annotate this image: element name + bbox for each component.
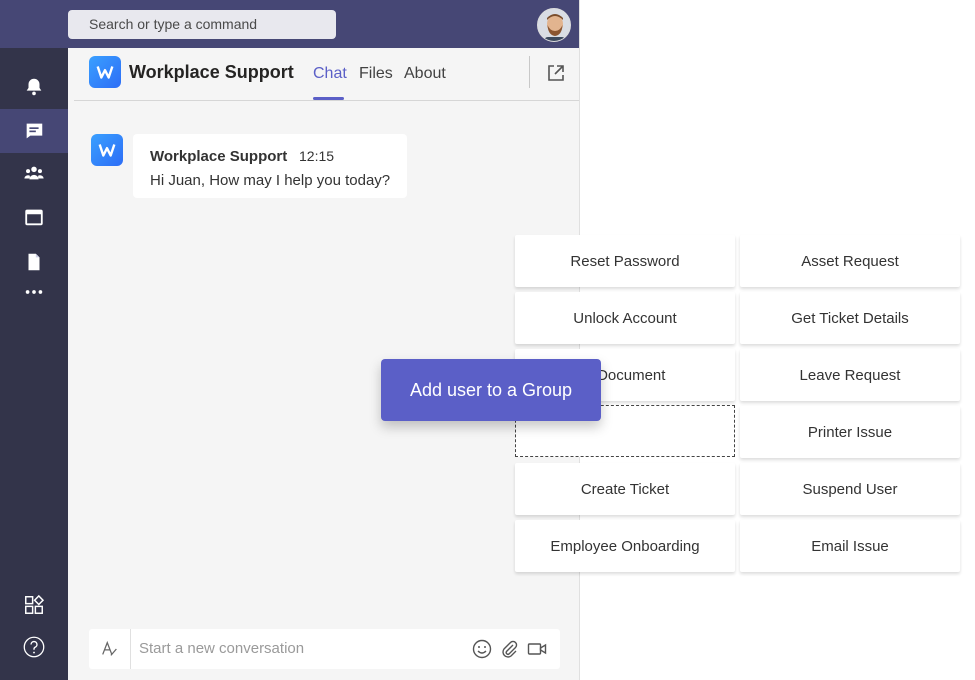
- app-rail: [0, 48, 68, 680]
- format-icon: [101, 640, 117, 656]
- rail-teams[interactable]: [0, 151, 68, 195]
- rail-calendar[interactable]: [0, 195, 68, 239]
- rail-activity[interactable]: [0, 65, 68, 109]
- action-card-reset-password[interactable]: Reset Password: [515, 235, 735, 287]
- rail-apps[interactable]: [0, 583, 68, 627]
- format-button[interactable]: [89, 629, 131, 669]
- composer: [89, 629, 560, 669]
- action-card-asset-request[interactable]: Asset Request: [740, 235, 960, 287]
- active-tab-indicator: [313, 97, 344, 100]
- app-logo-icon: [89, 56, 121, 88]
- action-card-email-issue[interactable]: Email Issue: [740, 520, 960, 572]
- search-input[interactable]: Search or type a command: [68, 10, 336, 39]
- attach-icon[interactable]: [499, 639, 519, 659]
- popout-icon[interactable]: [546, 63, 566, 83]
- rail-more[interactable]: [0, 270, 68, 314]
- message-bubble: Workplace Support 12:15 Hi Juan, How may…: [133, 134, 407, 198]
- bot-avatar-icon: [91, 134, 123, 166]
- top-bar: Search or type a command: [0, 0, 579, 48]
- avatar[interactable]: [537, 8, 571, 42]
- tab-about[interactable]: About: [404, 65, 446, 83]
- action-card-suspend-user[interactable]: Suspend User: [740, 463, 960, 515]
- chat-icon: [25, 123, 43, 139]
- action-card-unlock-account[interactable]: Unlock Account: [515, 292, 735, 344]
- message-text: Hi Juan, How may I help you today?: [150, 172, 391, 189]
- action-card-printer-issue[interactable]: Printer Issue: [740, 406, 960, 458]
- message-sender: Workplace Support: [150, 148, 288, 165]
- teams-icon: [24, 166, 44, 180]
- rail-chat[interactable]: [0, 109, 68, 153]
- tab-files[interactable]: Files: [359, 65, 393, 83]
- more-icon: [25, 290, 43, 294]
- rail-help[interactable]: [0, 625, 68, 669]
- message-input[interactable]: [139, 640, 459, 657]
- apps-icon: [25, 594, 45, 614]
- bell-icon: [26, 78, 42, 96]
- page-title: Workplace Support: [129, 62, 294, 82]
- action-card-get-ticket-details[interactable]: Get Ticket Details: [740, 292, 960, 344]
- action-card-create-ticket[interactable]: Create Ticket: [515, 463, 735, 515]
- chat-header: Workplace Support Chat Files About: [74, 48, 579, 101]
- action-card-leave-request[interactable]: Leave Request: [740, 349, 960, 401]
- teams-window: Search or type a command Workplace Suppo…: [0, 0, 580, 680]
- calendar-icon: [25, 209, 43, 226]
- action-card-employee-onboarding[interactable]: Employee Onboarding: [515, 520, 735, 572]
- header-divider: [529, 56, 530, 88]
- video-icon[interactable]: [527, 639, 547, 659]
- message-time: 12:15: [299, 148, 335, 164]
- help-icon: [23, 636, 45, 658]
- tab-chat[interactable]: Chat: [313, 65, 347, 83]
- dragging-action-card[interactable]: Add user to a Group: [381, 359, 601, 421]
- emoji-icon[interactable]: [472, 639, 492, 659]
